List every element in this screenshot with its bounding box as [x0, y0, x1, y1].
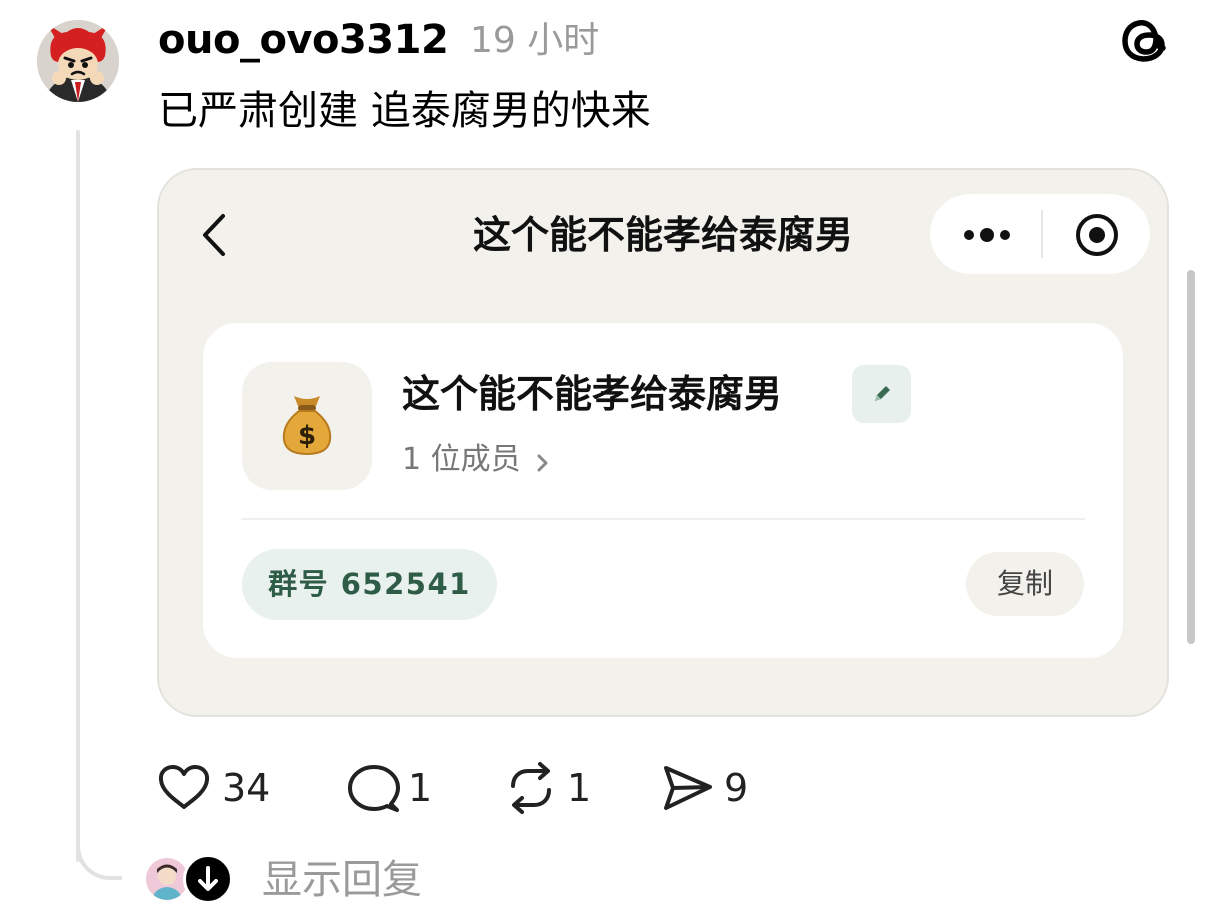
threads-logo-icon[interactable]	[1116, 12, 1172, 68]
post-time: 19 小时	[470, 20, 600, 61]
group-name: 这个能不能孝给泰腐男	[402, 372, 783, 416]
like-button[interactable]: 34	[156, 760, 286, 816]
comment-count: 1	[408, 766, 433, 810]
thread-line	[76, 130, 80, 862]
share-send-icon	[664, 766, 712, 810]
comment-button[interactable]: 1	[346, 760, 446, 816]
scrollbar[interactable]	[1187, 270, 1195, 644]
miniprogram-title: 这个能不能孝给泰腐男	[472, 213, 853, 257]
show-replies-link[interactable]: 显示回复	[262, 854, 422, 906]
post-text: 已严肃创建 追泰腐男的快来	[158, 88, 651, 134]
avatar[interactable]	[37, 20, 119, 102]
share-button[interactable]: 9	[660, 760, 760, 816]
back-chevron-icon	[203, 214, 225, 256]
devil-avatar-icon	[37, 20, 119, 102]
more-dots-icon	[964, 228, 1010, 242]
repost-icon	[511, 762, 551, 814]
username[interactable]: ouo_ovo3312	[158, 16, 449, 64]
copy-button: 复制	[966, 552, 1084, 616]
pencil-icon	[875, 386, 890, 401]
arrow-down-icon	[198, 866, 218, 891]
reply-user-avatar-icon	[146, 858, 188, 900]
show-replies-arrow[interactable]	[183, 854, 233, 904]
like-count: 34	[222, 766, 271, 810]
group-id-badge: 群号 652541	[242, 549, 497, 620]
divider	[241, 518, 1085, 520]
capsule-divider	[1041, 210, 1043, 258]
repost-button[interactable]: 1	[503, 760, 603, 816]
heart-icon	[158, 765, 210, 809]
repost-count: 1	[567, 766, 592, 810]
thread-line-curve	[76, 842, 122, 880]
money-bag-icon: $	[282, 396, 332, 456]
svg-text:$: $	[298, 421, 316, 451]
share-count: 9	[724, 766, 749, 810]
comment-bubble-icon	[348, 765, 400, 812]
member-count: 1 位成员	[402, 442, 521, 477]
close-target-icon	[1076, 214, 1118, 256]
chevron-right-icon	[537, 454, 548, 472]
